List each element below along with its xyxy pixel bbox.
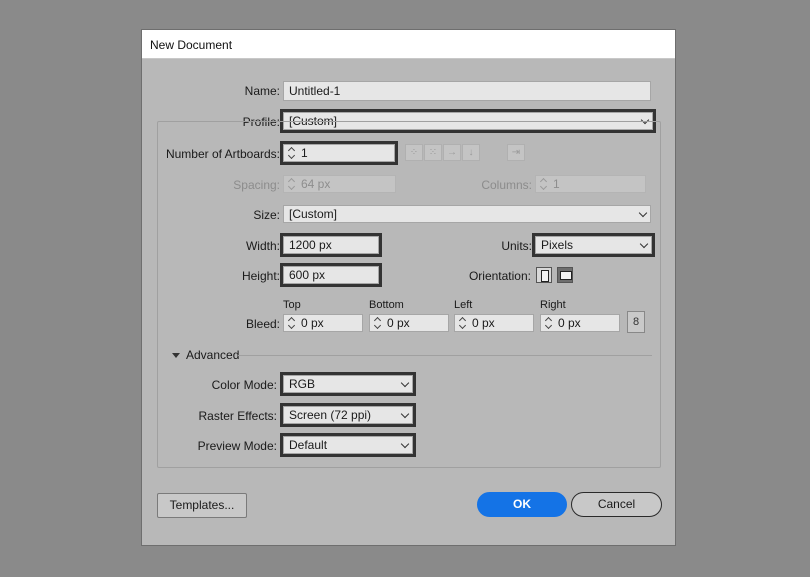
preview-mode-dropdown[interactable]: Default <box>280 433 416 457</box>
bleed-bottom-value: 0 px <box>387 316 410 330</box>
dialog-title: New Document <box>150 38 233 52</box>
artboard-layout-buttons: ⁘ ⁙ → ↓ ⇥ <box>405 144 535 162</box>
grid-by-column-icon[interactable]: ⁙ <box>424 144 442 161</box>
bleed-left-value: 0 px <box>472 316 495 330</box>
artboards-stepper[interactable]: 1 <box>280 141 398 165</box>
color-mode-label: Color Mode: <box>211 378 277 392</box>
name-label: Name: <box>244 84 280 98</box>
templates-button[interactable]: Templates... <box>157 493 247 518</box>
grid-by-row-icon[interactable]: ⁘ <box>405 144 423 161</box>
new-document-dialog: New Document Name: Untitled-1 Profile: [… <box>141 29 676 546</box>
bleed-right-label: Right <box>540 299 566 311</box>
bleed-top-label: Top <box>283 299 301 311</box>
chevron-down-icon <box>400 409 410 419</box>
width-input[interactable]: 1200 px <box>280 233 382 257</box>
chevron-down-icon <box>639 239 649 249</box>
bleed-top-stepper[interactable]: 0 px <box>283 314 363 332</box>
bleed-top-value: 0 px <box>301 316 324 330</box>
color-mode-value: RGB <box>289 377 316 391</box>
preview-mode-value: Default <box>289 438 328 452</box>
stepper-arrows-icon[interactable] <box>458 317 467 329</box>
height-label: Height: <box>241 269 280 283</box>
color-mode-dropdown[interactable]: RGB <box>280 372 416 396</box>
spacing-label: Spacing: <box>233 178 280 192</box>
arrange-by-row-icon[interactable]: → <box>443 144 461 161</box>
raster-effects-label: Raster Effects: <box>198 409 277 423</box>
ok-button[interactable]: OK <box>477 492 567 517</box>
link-bleed-icon[interactable]: 8 <box>627 311 645 333</box>
preview-mode-label: Preview Mode: <box>197 439 277 453</box>
advanced-label: Advanced <box>186 348 240 362</box>
artboards-label: Number of Artboards: <box>165 147 280 161</box>
stepper-arrows-icon[interactable] <box>373 317 382 329</box>
bleed-right-value: 0 px <box>558 316 581 330</box>
triangle-down-icon <box>172 353 180 358</box>
bleed-right-stepper[interactable]: 0 px <box>540 314 620 332</box>
bleed-left-stepper[interactable]: 0 px <box>454 314 534 332</box>
chevron-down-icon <box>638 208 648 218</box>
raster-effects-dropdown[interactable]: Screen (72 ppi) <box>280 403 416 427</box>
stepper-arrows-icon[interactable] <box>287 147 296 159</box>
right-to-left-layout-icon[interactable]: ⇥ <box>507 144 525 161</box>
chevron-down-icon <box>400 378 410 388</box>
bleed-label: Bleed: <box>245 317 280 331</box>
columns-stepper: 1 <box>535 175 646 193</box>
units-value: Pixels <box>541 238 574 252</box>
chevron-down-icon <box>400 439 410 449</box>
stepper-arrows-icon[interactable] <box>287 317 296 329</box>
landscape-orientation-button[interactable] <box>557 267 573 283</box>
width-label: Width: <box>245 239 280 253</box>
stepper-arrows-icon <box>539 178 548 190</box>
orientation-label: Orientation: <box>468 269 531 283</box>
stepper-arrows-icon <box>287 178 296 190</box>
columns-label: Columns: <box>481 178 532 192</box>
title-bar: New Document <box>142 30 675 59</box>
advanced-toggle[interactable]: Advanced <box>170 348 240 362</box>
raster-effects-value: Screen (72 ppi) <box>289 408 372 422</box>
name-input[interactable]: Untitled-1 <box>283 81 651 101</box>
bleed-bottom-label: Bottom <box>369 299 404 311</box>
cancel-button[interactable]: Cancel <box>571 492 662 517</box>
spacing-stepper: 64 px <box>283 175 396 193</box>
size-dropdown[interactable]: [Custom] <box>283 205 651 223</box>
size-value: [Custom] <box>289 207 338 221</box>
bleed-bottom-stepper[interactable]: 0 px <box>369 314 449 332</box>
height-input[interactable]: 600 px <box>280 263 382 287</box>
units-dropdown[interactable]: Pixels <box>532 233 655 257</box>
columns-value: 1 <box>553 177 560 191</box>
stepper-arrows-icon[interactable] <box>544 317 553 329</box>
advanced-divider <box>238 355 652 356</box>
portrait-orientation-button[interactable] <box>536 267 552 283</box>
spacing-value: 64 px <box>301 177 331 191</box>
units-label: Units: <box>501 239 532 253</box>
bleed-left-label: Left <box>454 299 473 311</box>
size-label: Size: <box>253 208 280 222</box>
artboards-value: 1 <box>301 146 308 160</box>
arrange-by-column-icon[interactable]: ↓ <box>462 144 480 161</box>
